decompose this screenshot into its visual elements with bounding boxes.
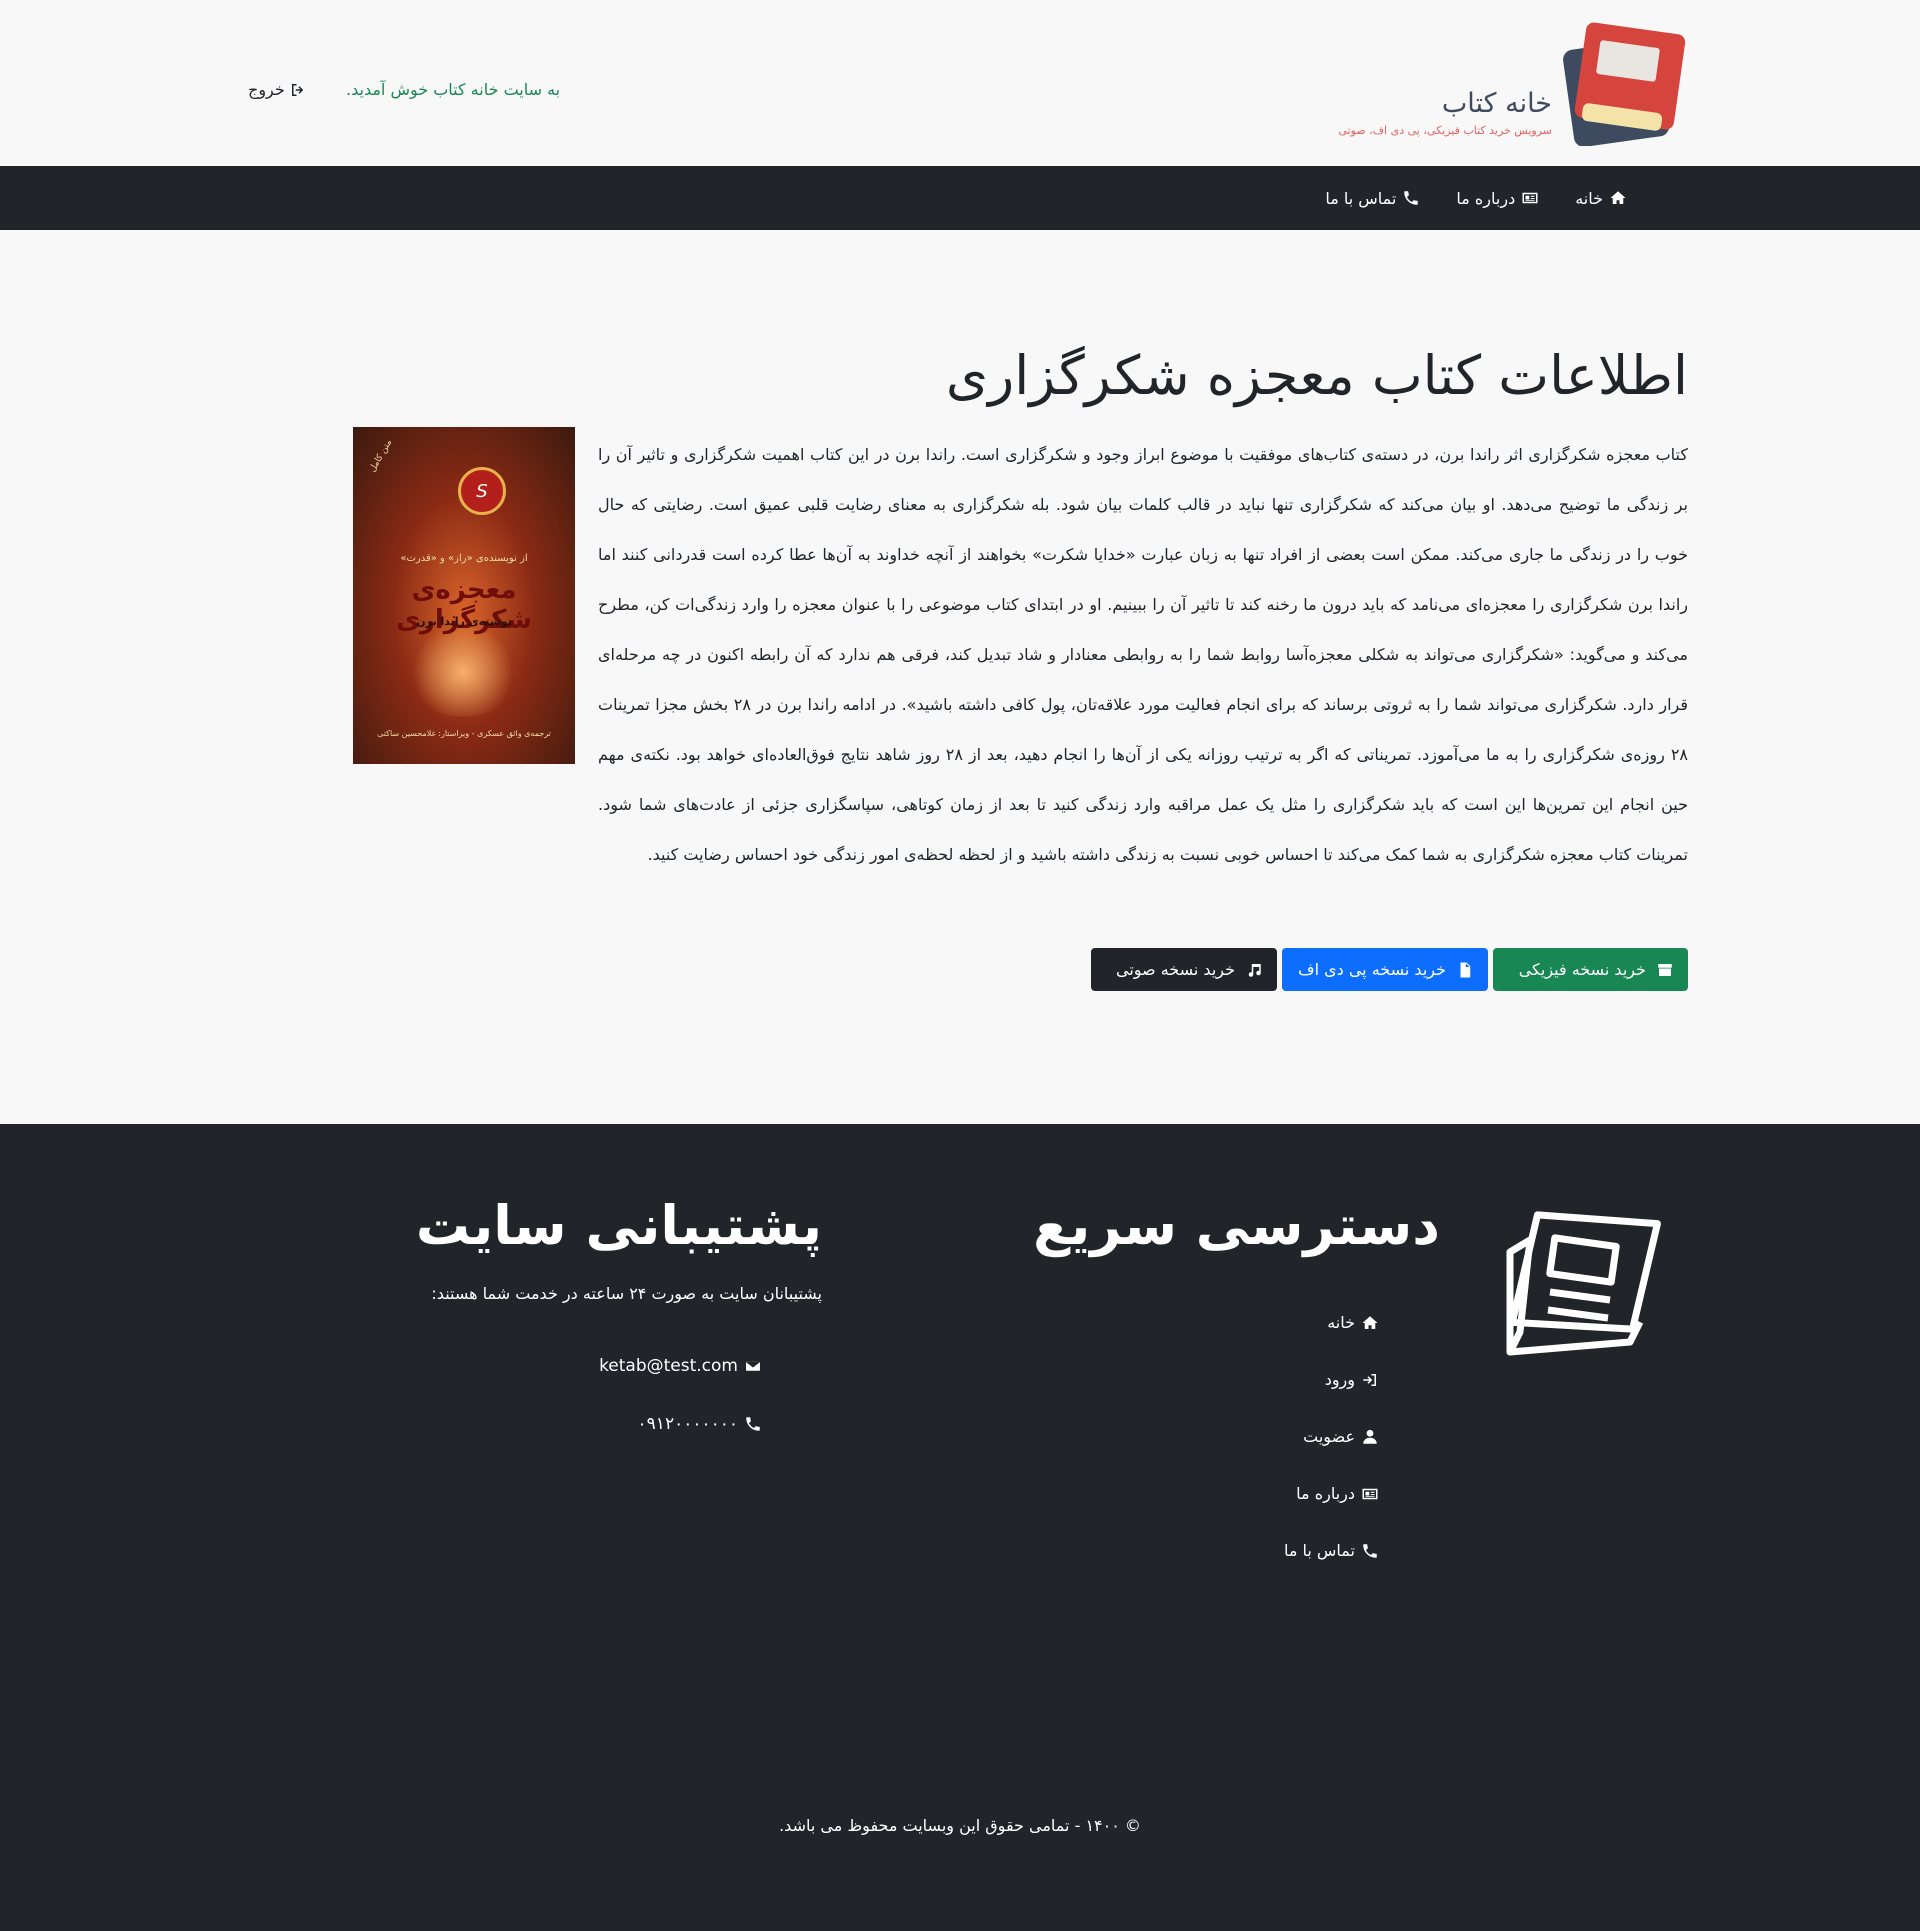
support-text: پشتیبانان سایت به صورت ۲۴ ساعته در خدمت … (431, 1284, 822, 1303)
buy-audio-button[interactable]: خرید نسخه صوتی (1091, 948, 1277, 991)
nav-item-label: خانه (1575, 188, 1603, 208)
buy-pdf-button[interactable]: خرید نسخه پی دی اف (1282, 948, 1488, 991)
home-icon (1609, 189, 1627, 207)
footer-link-label: تماس با ما (1283, 1541, 1355, 1560)
book-logo-icon (1563, 22, 1686, 146)
footer-link-signup[interactable]: عضویت (1303, 1408, 1379, 1465)
box-icon (1656, 961, 1674, 979)
buy-audio-label: خرید نسخه صوتی (1115, 960, 1235, 979)
nav-item-home[interactable]: خانه (1575, 189, 1627, 208)
buy-physical-label: خرید نسخه فیزیکی (1518, 960, 1646, 979)
nav-item-about[interactable]: درباره ما (1456, 189, 1539, 208)
support-phone[interactable]: ۰۹۱۲۰۰۰۰۰۰۰ (638, 1414, 762, 1434)
quick-links: خانه ورود عضویت درباره ما تماس با ما (1284, 1294, 1379, 1579)
site-header: خانه کتاب سرویس خرید کتاب فیزیکی، پی دی … (0, 0, 1920, 166)
nav-item-label: تماس با ما (1325, 188, 1397, 208)
footer-link-contact[interactable]: تماس با ما (1284, 1522, 1379, 1579)
nav-item-contact[interactable]: تماس با ما (1325, 189, 1420, 208)
home-icon (1361, 1314, 1379, 1332)
footer-link-home[interactable]: خانه (1327, 1294, 1379, 1351)
buy-pdf-label: خرید نسخه پی دی اف (1297, 960, 1446, 979)
footer-link-about[interactable]: درباره ما (1296, 1465, 1379, 1522)
logo-subtitle: سرویس خرید کتاب فیزیکی، پی دی اف، صوتی (1338, 124, 1552, 137)
phone-icon (744, 1415, 762, 1433)
footer-link-label: عضویت (1303, 1427, 1355, 1446)
footer-link-label: خانه (1327, 1313, 1355, 1332)
id-card-icon (1521, 189, 1539, 207)
footer-link-label: ورود (1324, 1370, 1355, 1389)
user-icon (1361, 1428, 1379, 1446)
logo-title: خانه کتاب (1441, 88, 1552, 119)
buy-physical-button[interactable]: خرید نسخه فیزیکی (1493, 948, 1688, 991)
cover-glow (408, 627, 518, 717)
id-card-icon (1361, 1485, 1379, 1503)
cover-seal: S (458, 467, 506, 515)
copyright-text: © ۱۴۰۰ - تمامی حقوق این وبسایت محفوظ می … (779, 1816, 1141, 1835)
support-email-value: ketab@test.com (599, 1356, 738, 1376)
envelope-icon (744, 1357, 762, 1375)
logout-label: خروج (248, 80, 285, 99)
book-outline-icon (1506, 1211, 1661, 1356)
footer-link-label: درباره ما (1296, 1484, 1355, 1503)
welcome-message: به سایت خانه کتاب خوش آمدید. (346, 80, 561, 99)
support-phone-value: ۰۹۱۲۰۰۰۰۰۰۰ (637, 1414, 738, 1434)
page-title: اطلاعات کتاب معجزه شکرگزاری (945, 344, 1688, 407)
site-footer: دسترسی سریع خانه ورود عضویت درباره ما تم… (0, 1124, 1920, 1931)
quick-access-title: دسترسی سریع (1033, 1194, 1440, 1257)
support-title: پشتیبانی سایت (415, 1194, 822, 1257)
main-navbar: خانه درباره ما تماس با ما (0, 166, 1920, 230)
music-icon (1245, 961, 1263, 979)
nav-item-label: درباره ما (1456, 188, 1516, 208)
cover-translator: ترجمه‌ی واثق عسکری - ویراستار: غلامحسین … (377, 729, 551, 738)
book-cover-image: متن کامل S از نویسنده‌ی «راز» و «قدرت» م… (353, 427, 575, 764)
support-email[interactable]: ketab@test.com (599, 1356, 762, 1376)
cover-subtitle: از نویسنده‌ی «راز» و «قدرت» (400, 553, 528, 564)
pdf-file-icon (1456, 961, 1474, 979)
phone-icon (1361, 1542, 1379, 1560)
sign-out-icon (289, 81, 307, 99)
phone-icon (1402, 189, 1420, 207)
purchase-buttons: خرید نسخه فیزیکی خرید نسخه پی دی اف خرید… (1091, 948, 1688, 991)
site-logo[interactable]: خانه کتاب سرویس خرید کتاب فیزیکی، پی دی … (1338, 22, 1688, 146)
cover-corner-text: متن کامل (367, 437, 395, 475)
book-description: کتاب معجزه شکرگزاری اثر راندا برن، در دس… (598, 445, 1689, 864)
logout-link[interactable]: خروج (248, 80, 307, 99)
sign-in-icon (1361, 1371, 1379, 1389)
footer-link-login[interactable]: ورود (1325, 1351, 1379, 1408)
cover-author: نوشته‌ی راندا برن (416, 615, 512, 628)
